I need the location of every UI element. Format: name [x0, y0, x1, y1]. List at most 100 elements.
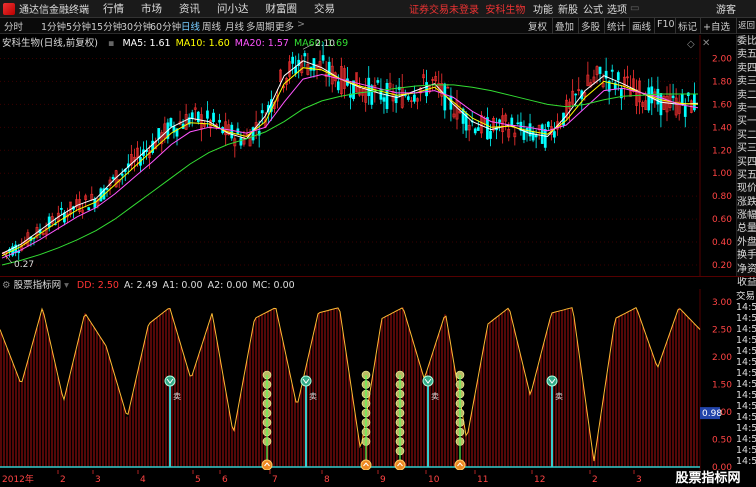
quote-panel-item[interactable]: 现价 — [737, 182, 756, 195]
quote-panel-item[interactable]: 外盘 — [737, 236, 756, 249]
toolbar-divider — [700, 18, 701, 34]
window-minimize-icon[interactable]: ▭ — [630, 3, 639, 14]
price-tick-label: 2.00 — [712, 54, 732, 64]
menu-shichang[interactable]: 市场 — [141, 1, 162, 16]
quote-panel-item[interactable]: 卖五 — [737, 48, 756, 61]
tool-huaxian[interactable]: 画线 — [632, 19, 651, 33]
candle-body — [598, 66, 602, 74]
period-60min[interactable]: 60分钟 — [150, 19, 181, 33]
menu-gongshi[interactable]: 公式 — [583, 1, 603, 16]
period-15min[interactable]: 15分钟 — [91, 19, 122, 33]
sell-signal-icon — [164, 375, 176, 387]
tool-tongji[interactable]: 统计 — [607, 19, 626, 33]
period-multi[interactable]: 多周期 — [246, 19, 275, 33]
menu-wenxiaoda[interactable]: 问小达 — [217, 1, 249, 16]
buy-signal-icon — [394, 459, 406, 470]
quote-panel-item[interactable]: 收益 — [737, 276, 756, 289]
quote-panel-item[interactable]: 涨跌 — [737, 196, 756, 209]
tool-add-watchlist[interactable]: +自选 — [703, 19, 730, 33]
tool-fuquan[interactable]: 复权 — [528, 19, 547, 33]
tool-biaoji[interactable]: 标记 — [678, 19, 697, 33]
quote-panel: 委比 卖五 卖四 卖三 卖二 卖一 买一 买二 买三 买四 买五 现价 涨跌 涨幅 总量 外盘 换手 净资 收益 — [736, 35, 756, 288]
buy-signal-icon — [454, 459, 466, 470]
indicator-chart[interactable]: 3.002.502.001.501.000.500.000.98卖卖卖卖 — [0, 289, 736, 470]
period-weekly[interactable]: 周线 — [202, 19, 221, 33]
tool-diejia[interactable]: 叠加 — [555, 19, 574, 33]
quote-panel-item[interactable]: 卖三 — [737, 75, 756, 88]
indicator-tick-label: 0.50 — [712, 436, 732, 446]
period-5min[interactable]: 5分钟 — [66, 19, 91, 33]
toolbar-divider — [654, 18, 655, 34]
quote-panel-item[interactable]: 卖一 — [737, 102, 756, 115]
period-fenshi[interactable]: 分时 — [4, 19, 23, 33]
quote-panel-item[interactable]: 换手 — [737, 249, 756, 262]
buy-signal-icon — [360, 459, 372, 470]
quote-panel-item[interactable]: 买一 — [737, 115, 756, 128]
toolbar-divider — [629, 18, 630, 34]
price-tick-label: 0.20 — [712, 261, 732, 271]
period-daily[interactable]: 日线 — [181, 19, 200, 33]
menu-gongneng[interactable]: 功能 — [533, 1, 553, 16]
period-30min[interactable]: 30分钟 — [121, 19, 152, 33]
quote-panel-item[interactable]: 买五 — [737, 169, 756, 182]
quote-panel-item[interactable]: 买三 — [737, 142, 756, 155]
menu-hangqing[interactable]: 行情 — [103, 1, 124, 16]
app-window: 通达信金融终端 行情 市场 资讯 问小达 财富圈 交易 证券交易未登录 安科生物… — [0, 0, 756, 487]
menu-bar: 通达信金融终端 行情 市场 资讯 问小达 财富圈 交易 证券交易未登录 安科生物… — [0, 0, 756, 18]
candle-body — [230, 124, 234, 139]
quote-panel-item[interactable]: 卖四 — [737, 62, 756, 75]
high-pointer — [302, 43, 314, 50]
time-label: 14:50 — [736, 335, 756, 346]
menu-xingu[interactable]: 新股 — [558, 1, 578, 16]
price-tick-label: 1.20 — [712, 146, 732, 156]
candlestick-chart[interactable]: 2.00 1.80 1.60 1.40 1.20 1.00 0.80 0.60 0.40 0.20… — [0, 35, 736, 276]
quote-panel-item[interactable]: 买二 — [737, 129, 756, 142]
indicator-tick-label: 2.50 — [712, 326, 732, 336]
quote-panel-item[interactable]: 买四 — [737, 156, 756, 169]
month-label: 12 — [534, 475, 545, 485]
candle-body — [120, 173, 124, 176]
sub-chart-right-labels: 交易14:5014:5014:5014:5014:5014:5014:5014:… — [736, 291, 756, 467]
watermark: 股票指标网 — [660, 470, 756, 487]
menu-jiaoyi[interactable]: 交易 — [314, 1, 335, 16]
candle-body — [212, 112, 215, 123]
month-label: 9 — [380, 475, 386, 485]
close-chart-icon[interactable]: ✕ — [702, 38, 710, 49]
candle-body — [260, 110, 264, 114]
month-label: 6 — [222, 475, 228, 485]
candle-body — [510, 117, 514, 126]
period-monthly[interactable]: 月线 — [225, 19, 244, 33]
quote-panel-item[interactable]: 卖二 — [737, 89, 756, 102]
menu-zixun[interactable]: 资讯 — [179, 1, 200, 16]
candle-body — [169, 118, 173, 127]
quote-panel-item[interactable]: 总量 — [737, 222, 756, 235]
diamond-icon[interactable]: ◇ — [687, 39, 695, 50]
time-label: 交易 — [736, 291, 756, 302]
candle-body — [47, 216, 51, 228]
period-1min[interactable]: 1分钟 — [41, 19, 66, 33]
more-arrow-icon[interactable]: > — [297, 19, 305, 30]
quote-panel-item[interactable]: 涨幅 — [737, 209, 756, 222]
menu-caifuquan[interactable]: 财富圈 — [266, 1, 298, 16]
user-label[interactable]: 游客 — [716, 1, 736, 16]
candle-body — [553, 131, 556, 138]
tool-f10[interactable]: F10 — [657, 19, 675, 30]
quote-panel-item[interactable]: 委比 — [737, 35, 756, 48]
period-toolbar: 分时 1分钟 5分钟 15分钟 30分钟 60分钟 日线 周线 月线 多周期 更… — [0, 18, 756, 34]
month-label: 5 — [195, 475, 201, 485]
time-label: 14:50 — [736, 445, 756, 456]
time-label: 14:50 — [736, 379, 756, 390]
candle-body — [683, 105, 687, 117]
period-more[interactable]: 更多 — [275, 19, 294, 33]
login-notice[interactable]: 证券交易未登录 安科生物 — [409, 1, 525, 16]
candle-body — [473, 128, 477, 134]
tool-back[interactable]: 返回 — [738, 19, 755, 31]
sell-signal-icon — [300, 375, 312, 387]
indicator-tick-label: 3.00 — [712, 298, 732, 308]
menu-xuanxiang[interactable]: 选项 — [607, 1, 627, 16]
candle-body — [321, 55, 325, 61]
tool-duogu[interactable]: 多股 — [581, 19, 600, 33]
quote-panel-item[interactable]: 净资 — [737, 263, 756, 276]
dd-line — [0, 307, 701, 462]
candle-body — [87, 207, 91, 211]
